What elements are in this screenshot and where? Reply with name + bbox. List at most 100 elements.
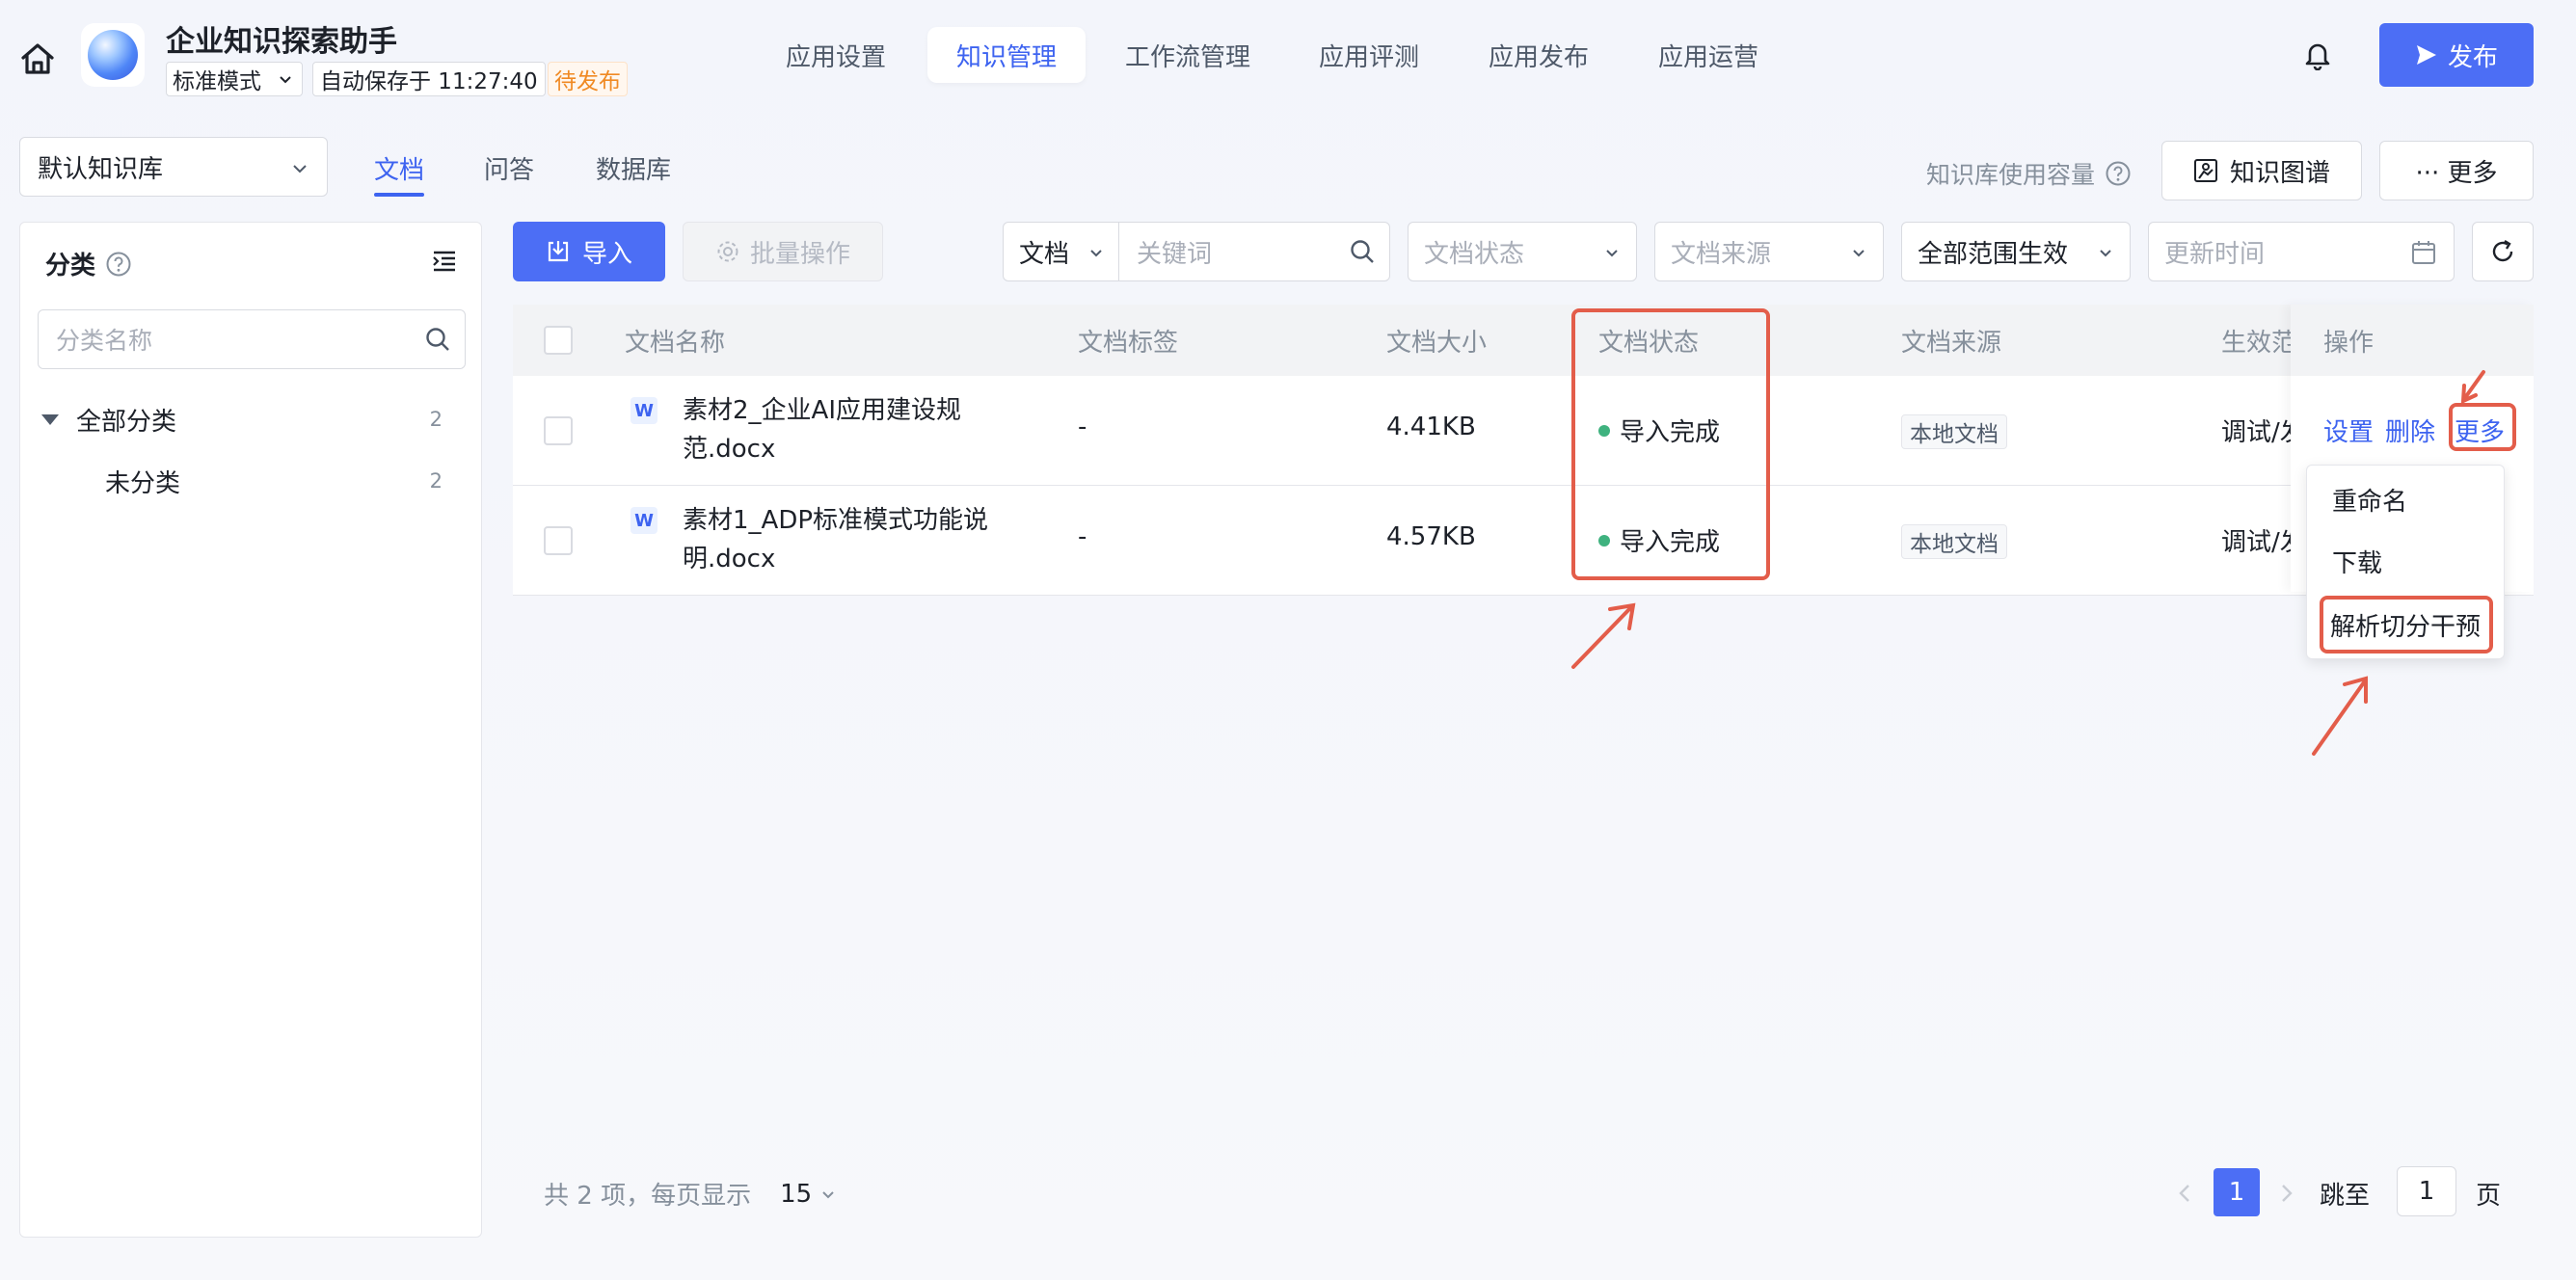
knowledge-base-select[interactable]: 默认知识库 — [19, 137, 328, 197]
table-row[interactable]: W 素材2_企业AI应用建设规范.docx - 4.41KB 导入完成 本地文档… — [513, 376, 2534, 486]
tab-database[interactable]: 数据库 — [596, 143, 671, 193]
tab-qa[interactable]: 问答 — [484, 143, 534, 193]
tree-item-uncategorized[interactable]: 未分类 2 — [20, 452, 481, 510]
refresh-icon — [2492, 239, 2513, 262]
help-icon — [2106, 161, 2131, 186]
column-header: 文档标签 — [1078, 328, 1179, 358]
search-icon — [426, 328, 449, 351]
status-highlight-box — [1571, 308, 1770, 580]
next-page-button[interactable] — [2269, 1172, 2304, 1214]
top-header: 企业知识探索助手 标准模式 自动保存于 11:27:40 待发布 应用设置 知识… — [0, 0, 2576, 120]
nav-app-publish[interactable]: 应用发布 — [1473, 27, 1604, 83]
table-header: 文档名称 文档标签 文档大小 文档状态 文档来源 生效范 — [513, 305, 2534, 376]
app-logo — [81, 23, 145, 87]
scope-filter[interactable]: 全部范围生效 — [1901, 222, 2131, 281]
nav-app-evaluation[interactable]: 应用评测 — [1303, 27, 1435, 83]
source-tag: 本地文档 — [1901, 414, 2007, 449]
import-label: 导入 — [581, 239, 632, 269]
chevron-down-icon — [822, 1190, 834, 1198]
menu-item-download[interactable]: 下载 — [2307, 531, 2506, 591]
row-checkbox[interactable] — [544, 526, 573, 555]
capacity-info[interactable]: 知识库使用容量 — [1926, 156, 2132, 191]
publish-label: 发布 — [2447, 42, 2498, 72]
word-doc-icon: W — [631, 507, 657, 534]
category-search-input[interactable]: 分类名称 — [38, 309, 466, 369]
page-size-select[interactable]: 15 — [780, 1180, 837, 1209]
import-button[interactable]: 导入 — [513, 222, 665, 281]
document-status-filter[interactable]: 文档状态 — [1408, 222, 1637, 281]
knowledge-graph-button[interactable]: 知识图谱 — [2161, 141, 2362, 200]
nav-app-operation[interactable]: 应用运营 — [1643, 27, 1774, 83]
list-collapse-icon[interactable] — [429, 246, 460, 277]
tab-documents[interactable]: 文档 — [374, 143, 424, 197]
nav-app-settings[interactable]: 应用设置 — [767, 27, 904, 83]
update-time-placeholder: 更新时间 — [2164, 239, 2266, 269]
category-title-label: 分类 — [45, 252, 96, 280]
document-size: 4.57KB — [1386, 522, 1476, 551]
column-header: 文档名称 — [625, 328, 726, 358]
home-icon[interactable] — [13, 35, 62, 83]
jump-page-input[interactable]: 1 — [2397, 1166, 2456, 1216]
page-number-current[interactable]: 1 — [2214, 1168, 2260, 1216]
column-header: 文档来源 — [1901, 328, 2002, 358]
chevron-down-icon — [280, 76, 291, 84]
help-icon[interactable] — [105, 251, 132, 278]
keyword-input[interactable]: 关键词 — [1119, 223, 1389, 280]
tree-item-label: 全部分类 — [76, 407, 177, 437]
mode-select[interactable]: 标准模式 — [166, 62, 303, 96]
document-name[interactable]: 素材2_企业AI应用建设规范.docx — [683, 391, 991, 468]
knowledge-graph-label: 知识图谱 — [2229, 158, 2330, 188]
select-all-checkbox[interactable] — [544, 326, 573, 355]
refresh-button[interactable] — [2472, 222, 2534, 281]
tree-item-label: 未分类 — [105, 468, 181, 498]
status-badge: 待发布 — [548, 62, 628, 96]
prev-page-button[interactable] — [2167, 1172, 2202, 1214]
menu-highlight-box — [2320, 596, 2493, 653]
nav-knowledge-management[interactable]: 知识管理 — [927, 27, 1086, 83]
app-title: 企业知识探索助手 — [166, 25, 397, 59]
pagination-total: 共 2 项，每页显示 15 — [544, 1176, 837, 1212]
search-type-select[interactable]: 文档 — [1004, 223, 1119, 280]
row-checkbox[interactable] — [544, 416, 573, 445]
autosave-status: 自动保存于 11:27:40 — [312, 62, 546, 96]
document-size: 4.41KB — [1386, 413, 1476, 441]
total-text: 共 2 项，每页显示 — [544, 1182, 752, 1211]
menu-item-rename[interactable]: 重命名 — [2307, 469, 2506, 529]
page-size-value: 15 — [780, 1179, 813, 1209]
search-icon[interactable] — [1349, 238, 1376, 265]
bell-icon[interactable] — [2302, 39, 2333, 71]
settings-link[interactable]: 设置 — [2323, 413, 2374, 448]
document-search: 文档 关键词 — [1003, 222, 1390, 281]
chevron-left-icon — [2179, 1185, 2189, 1202]
category-title: 分类 — [45, 246, 132, 281]
table-row[interactable]: W 素材1_ADP标准模式功能说明.docx - 4.57KB 导入完成 本地文… — [513, 486, 2534, 596]
tree-item-all[interactable]: 全部分类 2 — [20, 390, 481, 448]
update-time-picker[interactable]: 更新时间 — [2148, 222, 2455, 281]
more-button[interactable]: ··· 更多 — [2379, 141, 2534, 200]
knowledge-base-value: 默认知识库 — [38, 154, 164, 184]
search-type-value: 文档 — [1019, 239, 1070, 269]
category-search-placeholder: 分类名称 — [56, 327, 153, 355]
word-doc-icon: W — [631, 397, 657, 424]
source-filter-placeholder: 文档来源 — [1671, 239, 1772, 269]
caret-down-icon — [41, 414, 59, 425]
chevron-right-icon — [2282, 1185, 2293, 1202]
keyword-placeholder: 关键词 — [1137, 239, 1213, 269]
jump-label: 跳至 — [2320, 1182, 2371, 1211]
category-panel: 分类 分类名称 全部分类 2 未分类 2 — [19, 222, 482, 1238]
chevron-down-icon — [1090, 250, 1102, 257]
delete-link[interactable]: 删除 — [2385, 413, 2435, 448]
chevron-down-icon — [1606, 250, 1618, 257]
document-tag: - — [1078, 413, 1087, 441]
graph-icon — [2193, 159, 2217, 182]
tree-item-count: 2 — [429, 408, 443, 431]
nav-workflow-management[interactable]: 工作流管理 — [1109, 27, 1267, 83]
document-source-filter[interactable]: 文档来源 — [1654, 222, 1884, 281]
chevron-down-icon — [1853, 250, 1865, 257]
document-name[interactable]: 素材1_ADP标准模式功能说明.docx — [683, 501, 991, 578]
batch-operation-button[interactable]: 批量操作 — [683, 222, 883, 281]
publish-button[interactable]: 发布 — [2379, 23, 2534, 87]
column-header: 生效范 — [2221, 328, 2297, 358]
page-unit-label: 页 — [2476, 1182, 2502, 1211]
mode-value: 标准模式 — [173, 69, 261, 94]
